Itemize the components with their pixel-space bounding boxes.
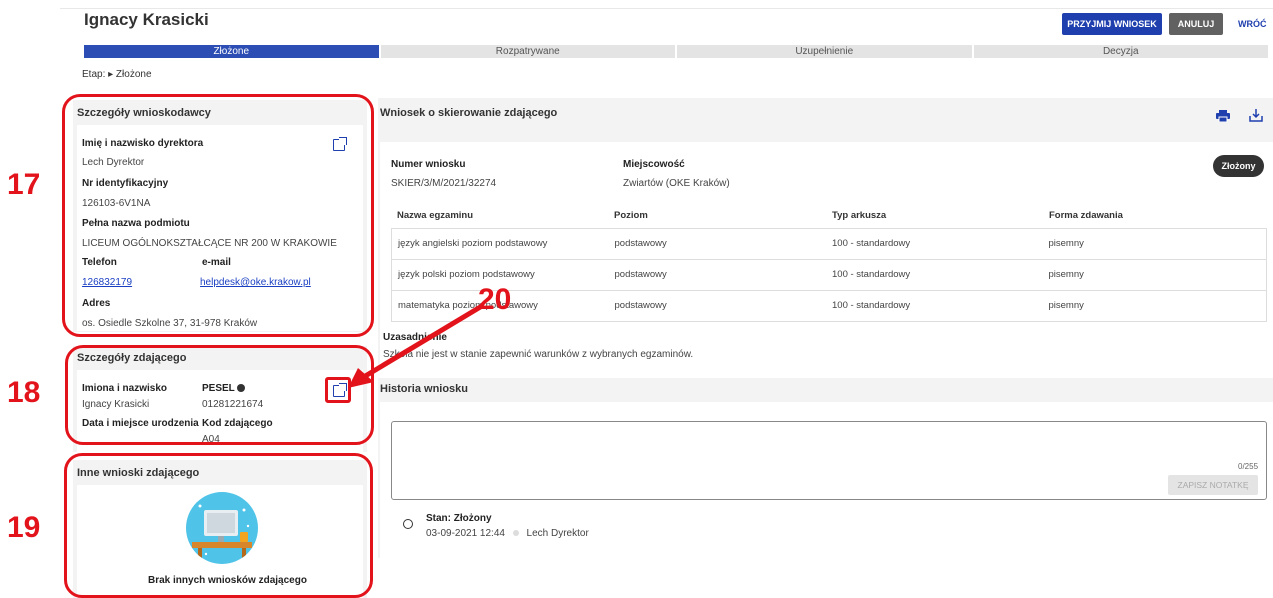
history-entry-date: 03-09-2021 12:44 xyxy=(426,528,505,539)
table-cell: 100 - standardowy xyxy=(832,238,911,249)
city-label: Miejscowość xyxy=(623,159,685,170)
table-row: matematyka poziom podstawowy podstawowy … xyxy=(391,291,1267,322)
annotation-20: 20 xyxy=(478,283,512,316)
separator-dot-icon xyxy=(512,530,519,537)
annotation-17: 17 xyxy=(7,168,41,201)
annotation-18: 18 xyxy=(7,376,41,409)
download-icon[interactable] xyxy=(1249,108,1263,122)
cancel-button[interactable]: ANULUJ xyxy=(1169,13,1223,35)
annotation-frame-17 xyxy=(62,94,374,337)
table-cell: pisemny xyxy=(1048,300,1084,311)
history-entry-radio[interactable] xyxy=(403,519,413,529)
request-number-label: Numer wniosku xyxy=(391,159,466,170)
history-entry-state: Stan: Złożony xyxy=(426,513,492,524)
table-cell: podstawowy xyxy=(614,300,667,311)
status-badge: Złożony xyxy=(1213,155,1264,177)
history-title: Historia wniosku xyxy=(380,383,469,395)
top-divider xyxy=(60,8,1273,9)
table-cell: podstawowy xyxy=(614,269,667,280)
history-entry-user: Lech Dyrektor xyxy=(526,528,589,539)
back-link[interactable]: WRÓĆ xyxy=(1238,19,1267,29)
annotation-frame-19 xyxy=(64,453,373,598)
step-decyzja: Decyzja xyxy=(973,45,1268,58)
request-number-value: SKIER/3/M/2021/32274 xyxy=(391,178,497,189)
table-cell: 100 - standardowy xyxy=(832,269,911,280)
step-zlozone: Złożone xyxy=(84,45,379,58)
stage-breadcrumb: Etap: ▸ Złożone xyxy=(82,69,152,80)
table-cell: podstawowy xyxy=(614,238,667,249)
table-cell: język angielski poziom podstawowy xyxy=(398,238,548,249)
annotation-19: 19 xyxy=(7,511,41,544)
exam-table: język angielski poziom podstawowy podsta… xyxy=(391,228,1267,322)
column-header: Nazwa egzaminu xyxy=(397,210,474,221)
city-value: Zwiartów (OKE Kraków) xyxy=(623,178,730,189)
table-row: język angielski poziom podstawowy podsta… xyxy=(391,229,1267,260)
note-counter: 0/255 xyxy=(1238,462,1259,471)
accept-request-button[interactable]: PRZYJMIJ WNIOSEK xyxy=(1062,13,1162,35)
note-textarea[interactable] xyxy=(391,421,1267,500)
step-rozpatrywane: Rozpatrywane xyxy=(380,45,675,58)
exam-table-header: Nazwa egzaminu Poziom Typ arkusza Forma … xyxy=(391,210,1267,221)
table-row: język polski poziom podstawowy podstawow… xyxy=(391,260,1267,291)
table-cell: pisemny xyxy=(1048,238,1084,249)
table-cell: 100 - standardowy xyxy=(832,300,911,311)
print-icon[interactable] xyxy=(1216,110,1230,123)
column-header: Poziom xyxy=(614,210,648,221)
history-entry-meta: 03-09-2021 12:44 Lech Dyrektor xyxy=(426,528,589,539)
save-note-button[interactable]: ZAPISZ NOTATKĘ xyxy=(1168,475,1258,495)
column-header: Forma zdawania xyxy=(1049,210,1123,221)
table-cell: pisemny xyxy=(1048,269,1084,280)
request-title: Wniosek o skierowanie zdającego xyxy=(380,107,558,119)
column-header: Typ arkusza xyxy=(832,210,887,221)
annotation-frame-18 xyxy=(65,345,374,445)
page-title: Ignacy Krasicki xyxy=(84,10,209,29)
stage-stepper: Złożone Rozpatrywane Uzupełnienie Decyzj… xyxy=(84,45,1270,60)
step-uzupelnienie: Uzupełnienie xyxy=(677,45,972,58)
